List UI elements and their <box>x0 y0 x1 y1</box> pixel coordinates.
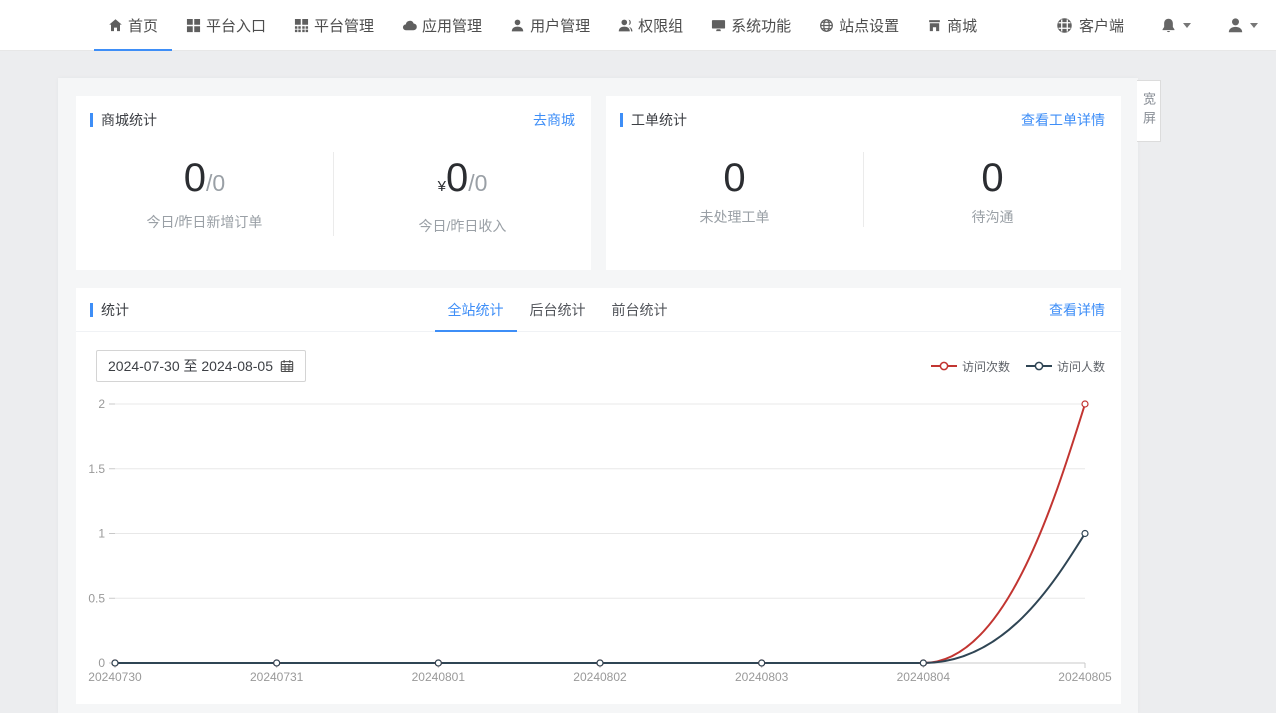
nav-label: 平台入口 <box>206 15 266 36</box>
stat-value: 0 <box>864 156 1121 200</box>
home-icon <box>108 18 123 33</box>
svg-text:20240802: 20240802 <box>573 670 627 684</box>
title-accent-bar <box>90 113 93 127</box>
stats-tabs: 全站统计 后台统计 前台统计 <box>435 288 681 332</box>
svg-text:1.5: 1.5 <box>88 462 105 476</box>
cloud-icon <box>402 18 417 33</box>
nav-label: 首页 <box>128 15 158 36</box>
nav-item-platform-manage[interactable]: 平台管理 <box>280 0 388 50</box>
nav-item-permission-group[interactable]: 权限组 <box>604 0 697 50</box>
date-range-picker[interactable]: 2024-07-30 至 2024-08-05 <box>96 350 306 382</box>
go-to-mall-link[interactable]: 去商城 <box>533 110 575 130</box>
statistics-card: 统计 全站统计 后台统计 前台统计 查看详情 2024-07-30 至 2024… <box>76 288 1121 704</box>
tab-frontend-stats[interactable]: 前台统计 <box>599 288 681 332</box>
legend-marker <box>1026 361 1052 371</box>
svg-text:20240730: 20240730 <box>88 670 142 684</box>
nav-item-user-manage[interactable]: 用户管理 <box>496 0 604 50</box>
svg-text:20240803: 20240803 <box>735 670 789 684</box>
visits-chart-container: 0 0.5 1 1.5 2 20240730 20240731 20240801 2024080… <box>76 388 1121 700</box>
topbar-right-cluster: 客户端 <box>1056 0 1276 50</box>
top-navigation-bar: 首页 平台入口 平台管理 应用管理 用户管理 权限组 系统功能 站点设置 <box>0 0 1276 51</box>
monitor-icon <box>711 18 726 33</box>
stat-value: 0 <box>606 156 863 200</box>
person-icon <box>1227 17 1244 34</box>
card-title: 商城统计 <box>90 110 157 130</box>
nav-label: 商城 <box>947 15 977 36</box>
client-link[interactable]: 客户端 <box>1056 15 1124 36</box>
legend-item-visitors[interactable]: 访问人数 <box>1026 358 1105 375</box>
svg-text:20240801: 20240801 <box>412 670 466 684</box>
widescreen-toggle-button[interactable]: 宽屏 <box>1137 80 1161 142</box>
visits-line-chart: 0 0.5 1 1.5 2 20240730 20240731 20240801 2024080… <box>76 388 1121 700</box>
client-app-icon <box>1056 17 1073 34</box>
nav-label: 应用管理 <box>422 15 482 36</box>
chart-legend: 访问次数 访问人数 <box>931 358 1105 375</box>
svg-text:2: 2 <box>98 397 105 411</box>
stat-value: ¥0/0 <box>334 156 591 209</box>
store-icon <box>927 18 942 33</box>
card-title: 统计 <box>90 300 129 320</box>
notifications-dropdown[interactable] <box>1160 17 1191 34</box>
nav-item-home[interactable]: 首页 <box>94 0 172 50</box>
stat-new-orders: 0/0 今日/昨日新增订单 <box>76 152 333 236</box>
main-nav: 首页 平台入口 平台管理 应用管理 用户管理 权限组 系统功能 站点设置 <box>94 0 991 50</box>
svg-text:1: 1 <box>98 527 105 541</box>
nav-label: 站点设置 <box>839 15 899 36</box>
nav-label: 平台管理 <box>314 15 374 36</box>
grid-small-icon <box>294 18 309 33</box>
nav-item-mall[interactable]: 商城 <box>913 0 991 50</box>
globe-icon <box>819 18 834 33</box>
workorder-statistics-card: 工单统计 查看工单详情 0 未处理工单 0 待沟通 <box>606 96 1121 270</box>
stat-value: 0/0 <box>76 156 333 205</box>
svg-text:0: 0 <box>98 656 105 670</box>
stat-income: ¥0/0 今日/昨日收入 <box>333 152 591 236</box>
stat-label: 今日/昨日收入 <box>334 216 591 236</box>
nav-item-app-manage[interactable]: 应用管理 <box>388 0 496 50</box>
svg-text:0.5: 0.5 <box>88 591 105 605</box>
view-details-link[interactable]: 查看详情 <box>1049 300 1105 320</box>
card-title: 工单统计 <box>620 110 687 130</box>
legend-item-visits[interactable]: 访问次数 <box>931 358 1010 375</box>
title-accent-bar <box>620 113 623 127</box>
stat-pending-communication: 0 待沟通 <box>863 152 1121 227</box>
bell-icon <box>1160 17 1177 34</box>
user-group-icon <box>618 18 633 33</box>
legend-marker <box>931 361 957 371</box>
nav-label: 系统功能 <box>731 15 791 36</box>
title-accent-bar <box>90 303 93 317</box>
account-dropdown[interactable] <box>1227 17 1258 34</box>
nav-label: 用户管理 <box>530 15 590 36</box>
stat-unhandled-workorders: 0 未处理工单 <box>606 152 863 227</box>
stat-label: 待沟通 <box>864 207 1121 227</box>
nav-label: 权限组 <box>638 15 683 36</box>
svg-text:20240804: 20240804 <box>897 670 951 684</box>
client-label: 客户端 <box>1079 15 1124 36</box>
stat-label: 今日/昨日新增订单 <box>76 212 333 232</box>
nav-item-platform-entry[interactable]: 平台入口 <box>172 0 280 50</box>
stat-label: 未处理工单 <box>606 207 863 227</box>
tab-backend-stats[interactable]: 后台统计 <box>517 288 599 332</box>
nav-item-site-settings[interactable]: 站点设置 <box>805 0 913 50</box>
nav-item-system-functions[interactable]: 系统功能 <box>697 0 805 50</box>
chevron-down-icon <box>1250 23 1258 28</box>
svg-text:20240731: 20240731 <box>250 670 304 684</box>
date-range-value: 2024-07-30 至 2024-08-05 <box>108 356 273 376</box>
svg-text:20240805: 20240805 <box>1058 670 1112 684</box>
view-workorder-details-link[interactable]: 查看工单详情 <box>1021 110 1105 130</box>
mall-statistics-card: 商城统计 去商城 0/0 今日/昨日新增订单 ¥0/0 今日/昨日收入 <box>76 96 591 270</box>
calendar-icon <box>280 359 294 373</box>
tab-sitewide-stats[interactable]: 全站统计 <box>435 288 517 332</box>
grid-icon <box>186 18 201 33</box>
user-icon <box>510 18 525 33</box>
chevron-down-icon <box>1183 23 1191 28</box>
